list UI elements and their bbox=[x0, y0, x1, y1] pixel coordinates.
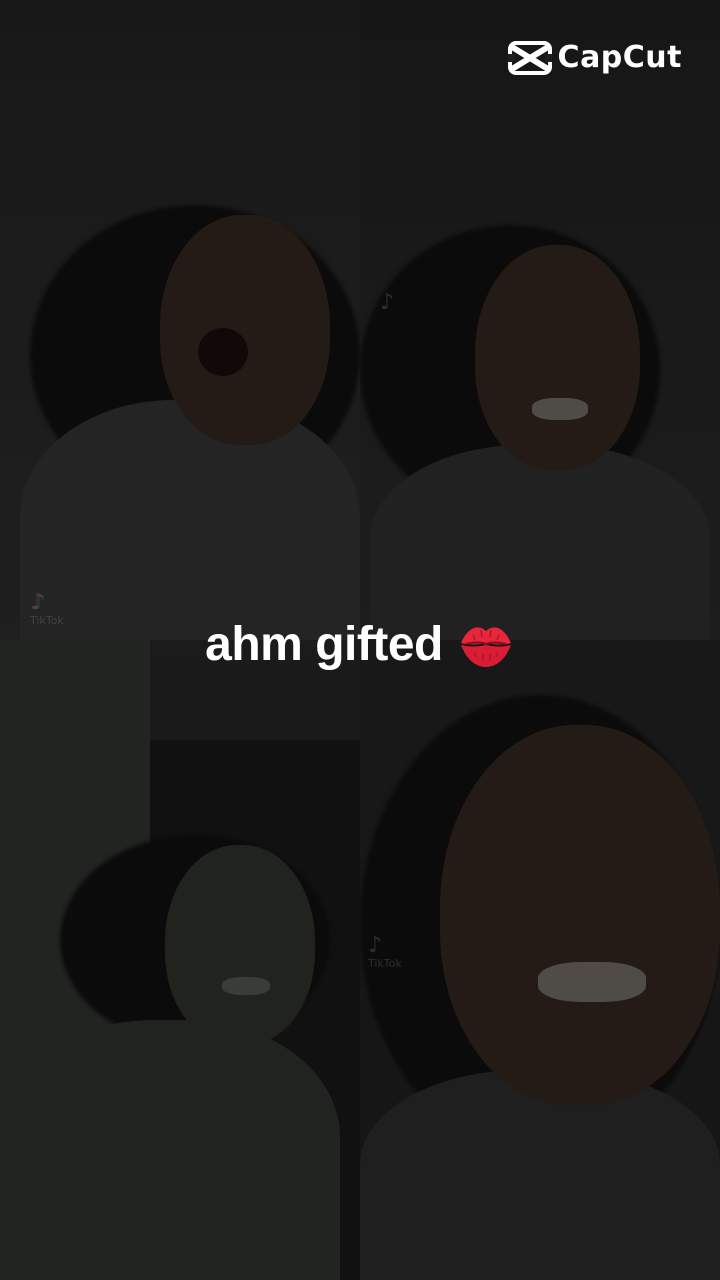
capcut-brand-text: CapCut bbox=[557, 40, 682, 75]
clip-top-left: ♪ TikTok bbox=[0, 0, 360, 640]
tiktok-label: TikTok bbox=[368, 957, 402, 970]
video-frame: ♪ TikTok ♪ ♪ TikTok CapCut ahm gifted bbox=[0, 0, 720, 1280]
smile-shape bbox=[222, 977, 270, 995]
tiktok-note-icon: ♪ bbox=[368, 933, 383, 958]
tiktok-watermark: ♪ TikTok bbox=[368, 933, 402, 971]
smile-shape bbox=[538, 962, 646, 1002]
shirt-shape bbox=[0, 1020, 340, 1280]
face-shape bbox=[475, 245, 640, 470]
mouth-shape bbox=[198, 328, 248, 376]
shirt-shape bbox=[20, 400, 360, 640]
caption: ahm gifted bbox=[0, 615, 720, 673]
face-shape bbox=[165, 845, 315, 1045]
clip-top-right: ♪ bbox=[360, 0, 720, 640]
face-shape bbox=[160, 215, 330, 445]
kiss-mark-icon bbox=[460, 627, 511, 667]
shirt-shape bbox=[370, 445, 710, 640]
capcut-logo-icon bbox=[507, 40, 552, 75]
caption-text: ahm gifted bbox=[205, 617, 443, 671]
face-shape bbox=[440, 725, 720, 1105]
clip-bottom-right: ♪ TikTok bbox=[360, 640, 720, 1280]
tiktok-watermark: ♪ bbox=[380, 292, 394, 314]
clip-bottom-left bbox=[0, 640, 360, 1280]
tiktok-note-icon: ♪ bbox=[30, 590, 45, 615]
shirt-shape bbox=[360, 1070, 720, 1280]
tiktok-note-icon: ♪ bbox=[380, 290, 395, 315]
smile-shape bbox=[532, 398, 588, 420]
capcut-watermark: CapCut bbox=[507, 40, 682, 75]
